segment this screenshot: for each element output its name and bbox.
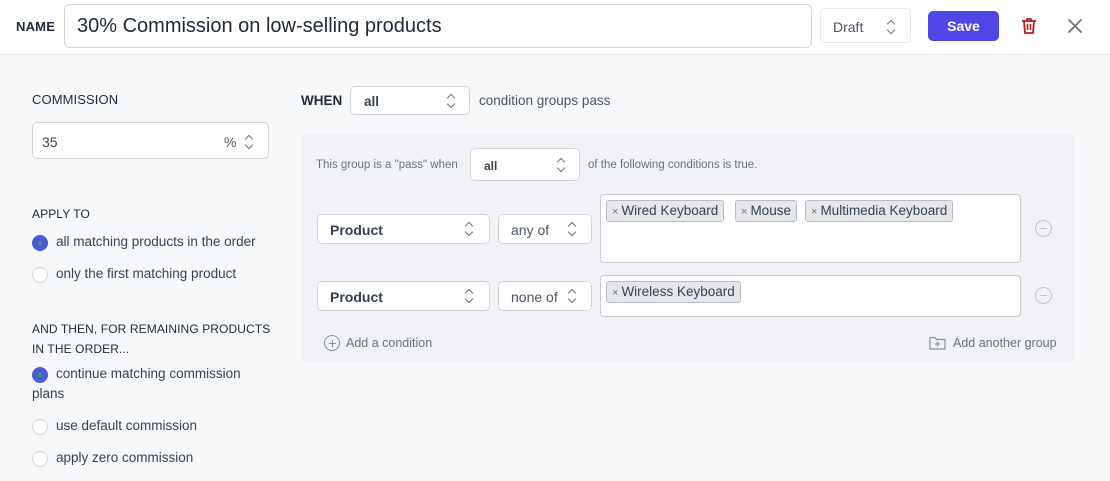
- folder-plus-icon: [929, 336, 946, 350]
- when-label: WHEN: [301, 93, 343, 108]
- tag-label: Multimedia Keyboard: [820, 203, 948, 218]
- chevron-updown-icon: [568, 288, 578, 304]
- commission-value: 35: [42, 134, 58, 150]
- condition-values-input[interactable]: × Wireless Keyboard: [600, 275, 1021, 317]
- chevron-updown-icon: [465, 288, 475, 304]
- radio-unselected-icon[interactable]: [32, 267, 48, 283]
- radio-label: all matching products in the order: [56, 234, 256, 249]
- tag-label: Wireless Keyboard: [621, 284, 735, 299]
- condition-field-value: Product: [330, 289, 383, 305]
- plus-circle-icon: [324, 335, 340, 351]
- condition-operator-value: any of: [511, 222, 550, 238]
- condition-field-select[interactable]: Product: [317, 281, 490, 311]
- radio-label: apply zero commission: [56, 450, 194, 465]
- radio-unselected-icon[interactable]: [32, 419, 48, 435]
- plan-name-input[interactable]: [64, 4, 812, 48]
- radio-selected-icon[interactable]: [32, 235, 48, 251]
- condition-field-value: Product: [330, 222, 383, 238]
- remove-tag-icon[interactable]: ×: [811, 206, 817, 218]
- and-then-label-line2: IN THE ORDER...: [32, 342, 130, 356]
- condition-operator-select[interactable]: none of: [498, 281, 592, 311]
- condition-group: This group is a "pass" when all of the f…: [301, 134, 1075, 362]
- condition-operator-value: none of: [511, 289, 558, 305]
- radio-unselected-icon[interactable]: [32, 451, 48, 467]
- chevron-updown-icon: [465, 221, 475, 237]
- header-bar: NAME Draft Save: [0, 0, 1110, 55]
- close-icon[interactable]: [1066, 17, 1084, 35]
- and-then-label-line1: AND THEN, FOR REMAINING PRODUCTS: [32, 322, 271, 336]
- radio-label: continue matching commission: [56, 366, 241, 381]
- and-then-label: AND THEN, FOR REMAINING PRODUCTS IN THE …: [32, 319, 272, 359]
- group-match-value: all: [484, 159, 498, 173]
- remove-condition-icon[interactable]: [1035, 220, 1052, 237]
- condition-field-select[interactable]: Product: [317, 214, 490, 244]
- value-tag[interactable]: × Mouse: [735, 200, 797, 222]
- commission-unit: %: [224, 134, 237, 150]
- add-condition-label: Add a condition: [346, 336, 433, 350]
- group-match-select[interactable]: all: [470, 148, 580, 181]
- save-button[interactable]: Save: [928, 11, 999, 41]
- add-group-label: Add another group: [953, 336, 1057, 350]
- value-tag[interactable]: × Wireless Keyboard: [606, 281, 741, 303]
- remove-tag-icon[interactable]: ×: [612, 206, 618, 218]
- radio-label-cont: plans: [32, 386, 65, 401]
- remove-tag-icon[interactable]: ×: [612, 287, 618, 299]
- chevron-updown-icon[interactable]: [245, 134, 255, 150]
- chevron-updown-icon: [568, 221, 578, 237]
- group-prefix: This group is a "pass" when: [316, 159, 458, 171]
- chevron-updown-icon: [447, 93, 457, 109]
- apply-to-label: APPLY TO: [32, 207, 90, 221]
- chevron-updown-icon: [557, 157, 567, 173]
- remove-tag-icon[interactable]: ×: [741, 206, 747, 218]
- remove-condition-icon[interactable]: [1035, 287, 1052, 304]
- commission-input[interactable]: 35 %: [32, 122, 269, 159]
- trash-icon[interactable]: [1019, 16, 1039, 36]
- condition-values-input[interactable]: × Wired Keyboard × Mouse × Multimedia Keybo…: [600, 194, 1021, 263]
- when-value: all: [364, 94, 380, 109]
- when-suffix: condition groups pass: [479, 93, 611, 108]
- name-label: NAME: [16, 19, 56, 34]
- radio-label: only the first matching product: [56, 266, 237, 281]
- when-select[interactable]: all: [350, 86, 470, 115]
- value-tag[interactable]: × Multimedia Keyboard: [805, 200, 954, 222]
- condition-operator-select[interactable]: any of: [498, 214, 592, 244]
- radio-label: use default commission: [56, 418, 198, 433]
- tag-label: Wired Keyboard: [621, 203, 719, 218]
- group-suffix: of the following conditions is true.: [588, 159, 758, 171]
- tag-label: Mouse: [750, 203, 791, 218]
- commission-label: COMMISSION: [32, 92, 119, 107]
- value-tag[interactable]: × Wired Keyboard: [606, 200, 725, 222]
- chevron-updown-icon: [887, 19, 897, 35]
- status-select[interactable]: Draft: [820, 8, 911, 43]
- radio-selected-icon[interactable]: [32, 367, 48, 383]
- status-value: Draft: [833, 19, 864, 35]
